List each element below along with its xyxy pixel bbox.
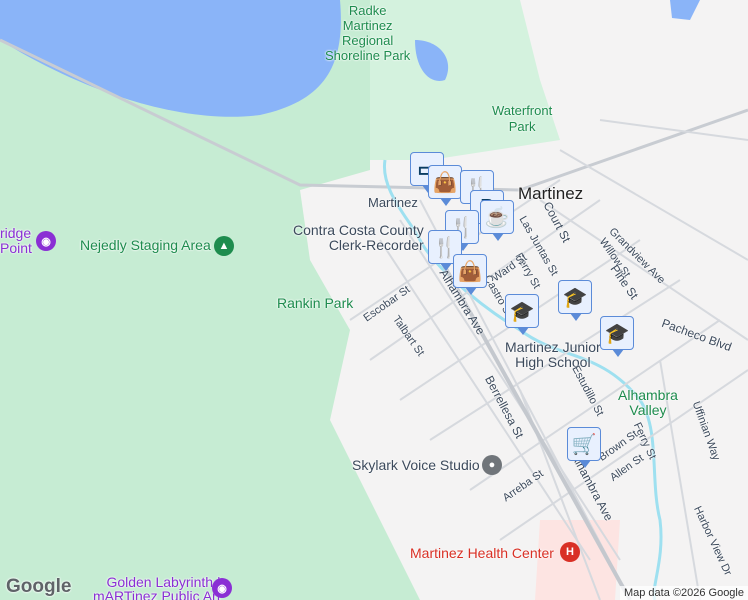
clerk-recorder-label[interactable]: Contra Costa County Clerk-Recorder: [293, 223, 424, 253]
google-logo: Google: [6, 576, 72, 597]
rankin-park-label[interactable]: Rankin Park: [277, 295, 353, 311]
attribution[interactable]: Map data ©2026 Google: [619, 586, 748, 600]
map-base: [0, 0, 748, 600]
coffee-marker-icon[interactable]: ☕: [480, 200, 514, 241]
school-marker-icon[interactable]: 🎓: [505, 294, 539, 335]
shopping-bag-marker-icon[interactable]: 👜: [453, 254, 487, 295]
alhambra-valley-label[interactable]: Alhambra Valley: [618, 388, 678, 418]
hospital-icon[interactable]: H: [560, 542, 580, 562]
health-center-label[interactable]: Martinez Health Center: [410, 545, 554, 561]
nejedly-label[interactable]: Nejedly Staging Area: [80, 237, 211, 253]
tree-icon[interactable]: ▲: [214, 236, 234, 256]
map[interactable]: Radke Martinez Regional Shoreline Park W…: [0, 0, 748, 600]
shoreline-park-label[interactable]: Radke Martinez Regional Shoreline Park: [325, 3, 410, 63]
grocery-cart-marker-icon[interactable]: 🛒: [567, 427, 601, 468]
waterfront-park-label[interactable]: Waterfront Park: [492, 103, 552, 135]
labyrinth-label[interactable]: Golden Labyrinth | mARTinez Public Art: [93, 575, 221, 600]
school-marker-icon[interactable]: 🎓: [558, 280, 592, 321]
location-pin-icon[interactable]: ●: [482, 455, 502, 475]
camera-icon[interactable]: ◉: [36, 231, 56, 251]
jr-high-label[interactable]: Martinez Junior High School: [505, 340, 601, 370]
camera-icon[interactable]: ◉: [212, 578, 232, 598]
school-marker-icon[interactable]: 🎓: [600, 316, 634, 357]
shopping-bag-marker-icon[interactable]: 👜: [428, 165, 462, 206]
station-label[interactable]: Martinez: [368, 195, 418, 210]
ridge-point-label[interactable]: ridge Point: [0, 226, 32, 256]
skylark-label[interactable]: Skylark Voice Studio: [352, 457, 480, 473]
